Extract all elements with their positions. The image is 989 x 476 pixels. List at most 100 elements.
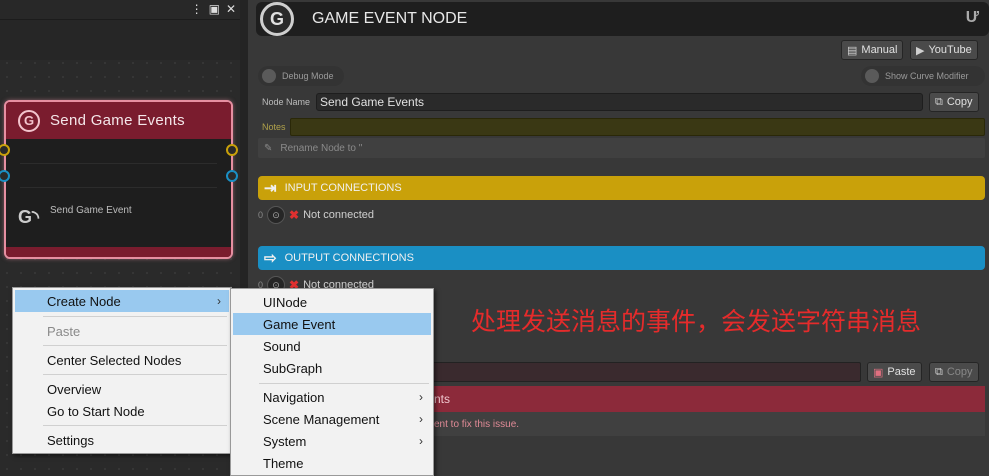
- close-icon[interactable]: ✕: [226, 2, 236, 16]
- node-divider: [20, 163, 217, 164]
- submenu-item-system[interactable]: System ›: [233, 430, 431, 452]
- submenu-item-theme[interactable]: Theme: [233, 452, 431, 474]
- game-event-logo-icon: G: [260, 2, 294, 36]
- menu-item-label: Overview: [47, 381, 102, 397]
- error-header-text: nts: [434, 392, 451, 406]
- menu-separator: [43, 425, 227, 426]
- youtube-button[interactable]: ▶ YouTube: [910, 40, 978, 60]
- show-curve-modifier-toggle[interactable]: Show Curve Modifier: [861, 66, 985, 86]
- menu-item-label: SubGraph: [263, 360, 323, 376]
- menu-separator: [259, 383, 429, 384]
- menu-item-label: Theme: [263, 455, 304, 471]
- copy-name-button[interactable]: ⧉ Copy: [929, 92, 979, 112]
- copy-button-label: Copy: [946, 96, 973, 108]
- input-arrow-icon: ⇥: [264, 180, 277, 197]
- menu-item-label: Sound: [263, 338, 301, 354]
- copy-event-button[interactable]: ⧉ Copy: [929, 362, 979, 382]
- node-footer: [6, 247, 231, 257]
- submenu-arrow-icon: ›: [419, 412, 423, 426]
- menu-item-label: UINode: [263, 294, 308, 310]
- input-connections-section[interactable]: ⇥ INPUT CONNECTIONS: [258, 176, 985, 200]
- not-connected-icon: ✖: [289, 208, 300, 222]
- output-port-right[interactable]: [226, 170, 238, 182]
- youtube-button-label: YouTube: [928, 44, 972, 56]
- submenu-arrow-icon: ›: [419, 390, 423, 404]
- rename-label: Rename Node to ": [280, 142, 363, 154]
- copy-icon: ⧉: [935, 95, 943, 108]
- maximize-icon[interactable]: ▣: [209, 2, 220, 16]
- submenu-item-subgraph[interactable]: SubGraph: [233, 357, 431, 379]
- debug-mode-label: Debug Mode: [282, 71, 334, 81]
- menu-separator: [43, 374, 227, 375]
- menu-item-label: Navigation: [263, 389, 325, 405]
- input-port-right[interactable]: [226, 144, 238, 156]
- manual-button-label: Manual: [861, 44, 898, 56]
- inspector-header: G GAME EVENT NODE Ư: [256, 2, 989, 36]
- output-connections-label: OUTPUT CONNECTIONS: [284, 252, 414, 264]
- annotation-text: 处理发送消息的事件，会发送字符串消息: [471, 307, 922, 336]
- toggle-knob: [865, 69, 879, 83]
- graph-node-send-game-events[interactable]: G Send Game Events G◝ Send Game Event: [4, 100, 233, 259]
- paste-button[interactable]: ▣ Paste: [867, 362, 922, 382]
- submenu-item-scene-management[interactable]: Scene Management ›: [233, 408, 431, 430]
- menu-item-create-node[interactable]: Create Node ›: [15, 290, 229, 312]
- menu-item-label: Settings: [47, 432, 94, 448]
- brand-u-icon: Ư: [965, 9, 979, 26]
- output-connections-section[interactable]: ⇨ OUTPUT CONNECTIONS: [258, 246, 985, 270]
- submenu-item-game-event[interactable]: Game Event: [233, 313, 431, 335]
- menu-item-go-to-start-node[interactable]: Go to Start Node: [15, 400, 229, 422]
- menu-item-label: Paste: [47, 323, 81, 339]
- menu-item-paste: Paste: [15, 320, 229, 342]
- menu-separator: [43, 316, 227, 317]
- paste-button-label: Paste: [887, 366, 916, 378]
- context-menu: Create Node › Paste Center Selected Node…: [12, 287, 232, 454]
- input-connection-row: 0 ⊙ ✖ Not connected: [258, 206, 374, 224]
- node-subtitle: Send Game Event: [50, 205, 132, 216]
- create-node-submenu: UINode Game Event Sound SubGraph Navigat…: [230, 288, 434, 476]
- rename-node-button[interactable]: ✎ Rename Node to ": [258, 138, 985, 158]
- menu-separator: [43, 345, 227, 346]
- submenu-arrow-icon: ›: [217, 294, 221, 308]
- node-name-field[interactable]: Send Game Events: [316, 93, 923, 111]
- copy-button-label: Copy: [946, 366, 973, 378]
- copy-icon: ⧉: [935, 365, 943, 378]
- input-count: 0: [258, 210, 264, 220]
- node-title: Send Game Events: [50, 112, 185, 129]
- game-event-signal-icon: G◝: [18, 207, 39, 227]
- menu-item-label: Game Event: [263, 316, 336, 332]
- node-divider: [20, 187, 217, 188]
- menu-item-label: Go to Start Node: [47, 403, 145, 419]
- node-name-label: Node Name: [262, 97, 311, 107]
- input-status-text: Not connected: [303, 209, 375, 221]
- menu-item-settings[interactable]: Settings: [15, 429, 229, 451]
- menu-item-center-selected-nodes[interactable]: Center Selected Nodes: [15, 349, 229, 371]
- graph-toolbar: [0, 20, 240, 60]
- graph-title-bar: ⋮ ▣ ✕: [0, 0, 240, 20]
- paste-icon: ▣: [873, 366, 884, 379]
- menu-item-label: Scene Management: [263, 411, 380, 427]
- inspector-title: GAME EVENT NODE: [312, 10, 468, 27]
- notes-field[interactable]: [290, 118, 985, 136]
- error-message-text: ent to fix this issue.: [434, 418, 520, 430]
- submenu-item-navigation[interactable]: Navigation ›: [233, 386, 431, 408]
- input-connections-label: INPUT CONNECTIONS: [284, 182, 402, 194]
- submenu-arrow-icon: ›: [419, 434, 423, 448]
- menu-item-overview[interactable]: Overview: [15, 378, 229, 400]
- node-header: G Send Game Events: [6, 102, 231, 139]
- book-icon: ▤: [847, 44, 858, 57]
- toggle-knob: [262, 69, 276, 83]
- menu-item-label: Create Node: [47, 293, 121, 309]
- more-options-icon[interactable]: ⋮: [191, 2, 203, 16]
- game-event-logo-icon: G: [18, 109, 40, 132]
- link-icon[interactable]: ⊙: [267, 206, 286, 224]
- manual-button[interactable]: ▤ Manual: [841, 40, 904, 60]
- submenu-item-sound[interactable]: Sound: [233, 335, 431, 357]
- edit-icon: ✎: [264, 142, 273, 154]
- menu-item-label: System: [263, 433, 307, 449]
- debug-mode-toggle[interactable]: Debug Mode: [258, 66, 344, 86]
- output-arrow-icon: ⇨: [264, 250, 277, 267]
- notes-label: Notes: [262, 122, 286, 132]
- show-curve-modifier-label: Show Curve Modifier: [885, 71, 969, 81]
- menu-item-label: Center Selected Nodes: [47, 352, 182, 368]
- submenu-item-uinode[interactable]: UINode: [233, 291, 431, 313]
